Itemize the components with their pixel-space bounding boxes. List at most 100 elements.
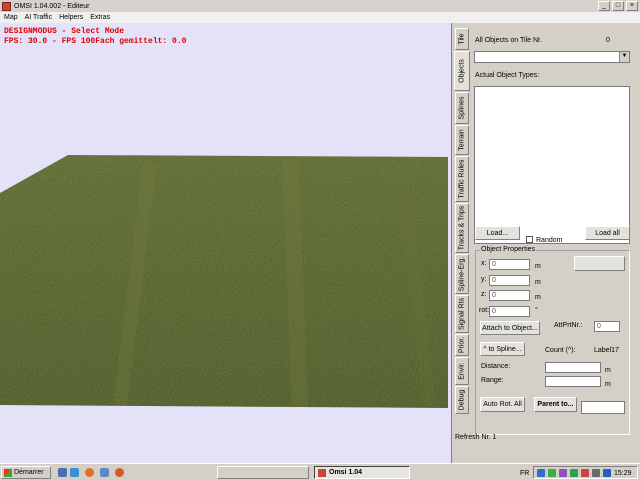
language-indicator[interactable]: FR [520,470,529,477]
object-types-list[interactable] [474,86,630,244]
tab-signal-rts-label: Signal Rts [458,298,466,330]
rot-unit: ° [535,307,538,314]
x-field[interactable]: 0 [489,259,530,270]
random-checkbox[interactable] [526,236,533,243]
terrain-grass-texture [0,155,448,408]
tab-splines[interactable]: Splines [455,92,469,124]
attach-to-object-button[interactable]: Attach to Object... [480,321,540,335]
network-icon[interactable] [537,469,545,477]
system-tray: FR 15:29 [520,466,638,479]
att-prt-field[interactable]: 0 [594,321,620,332]
3d-viewport[interactable]: DESIGNMODUS - Select Mode FPS: 30.0 - FP… [0,23,451,463]
load-all-button[interactable]: Load all [585,226,630,240]
maximize-button[interactable]: □ [612,1,624,11]
tab-tracks-trips[interactable]: Tracks & Trips [455,203,469,253]
actual-types-label: Actual Object Types: [475,72,540,79]
parent-to-button[interactable]: Parent to... [534,397,577,412]
folder-icon[interactable] [100,468,109,477]
hud-fps-text: FPS: 30.0 - FPS 100Fach gemittelt: 0.0 [4,37,187,46]
menu-bar: Map AI Traffic Helpers Extras [0,12,640,23]
y-label: y: [481,276,487,283]
label17: Label17 [594,347,619,354]
tab-objects-label: Objects [458,59,466,83]
alert-icon[interactable] [581,469,589,477]
menu-map[interactable]: Map [1,14,21,21]
tab-spline-erg[interactable]: Spline-Erg. [455,254,469,294]
menu-extras[interactable]: Extras [87,14,113,21]
all-objects-label: All Objects on Tile Nr. [475,37,542,44]
omsi-task-icon [318,468,326,477]
terrain-render [0,155,448,408]
start-button[interactable]: Démarrer [1,466,51,479]
tab-prior[interactable]: Prior. [455,334,469,356]
tab-debug[interactable]: Debug [455,386,469,414]
tab-tracks-trips-label: Tracks & Trips [458,205,466,251]
security-icon[interactable] [548,469,556,477]
range-label: Range: [481,377,504,384]
tab-signal-rts[interactable]: Signal Rts [455,295,469,333]
z-label: z: [481,291,487,298]
taskbar-button-omsi[interactable]: Omsi 1.04 [314,466,410,479]
firefox-icon[interactable] [85,468,94,477]
tab-spline-erg-label: Spline-Erg. [458,256,466,292]
tab-tile[interactable]: Tile [455,28,469,50]
app-icon [2,1,11,11]
tab-traffic-rules[interactable]: Traffic Rules [455,156,469,202]
distance-label: Distance: [481,363,511,370]
all-objects-dropdown[interactable]: ▼ [474,51,630,63]
browser-icon[interactable] [70,468,79,477]
y-field[interactable]: 0 [489,275,530,286]
bluetooth-icon[interactable] [603,469,611,477]
y-unit: m [535,279,541,286]
menu-helpers[interactable]: Helpers [56,14,86,21]
volume-icon[interactable] [592,469,600,477]
tab-envir[interactable]: Envir. [455,357,469,385]
taskbar: Démarrer Omsi 1.04 FR 15:29 [0,463,640,480]
hud-mode-text: DESIGNMODUS - Select Mode [4,27,125,36]
window-title: OMSI 1.04.002 - Editeur [14,2,90,10]
rot-field[interactable]: 0 [489,306,530,317]
count-label: Count (^): [545,347,576,354]
vertical-tab-strip: Tile Objects Splines Terrain Traffic Rul… [454,28,470,433]
tray-app-icon[interactable] [559,469,567,477]
title-bar: OMSI 1.04.002 - Editeur _ □ × [0,0,640,12]
z-field[interactable]: 0 [489,290,530,301]
all-objects-count: 0 [606,37,610,44]
auto-rot-all-button[interactable]: Auto Rot. All [480,397,525,412]
rot-label: rot: [479,307,490,314]
show-desktop-icon[interactable] [58,468,67,477]
start-label: Démarrer [14,469,44,476]
window-controls: _ □ × [598,1,638,11]
tab-envir-label: Envir. [458,362,466,380]
tab-objects[interactable]: Objects [454,51,470,91]
tab-splines-label: Splines [458,96,466,120]
close-button[interactable]: × [626,1,638,11]
to-spline-button[interactable]: ^ to Spline... [480,342,525,356]
refresh-label: Refresh Nr. 1 [455,434,497,441]
parent-field[interactable] [581,401,625,414]
firefox-alt-icon[interactable] [115,468,124,477]
clock: 15:29 [614,470,632,477]
taskbar-button-blank[interactable] [217,466,309,479]
menu-ai-traffic[interactable]: AI Traffic [22,14,56,21]
x-label: x: [481,260,487,267]
range-unit: m [605,381,611,388]
update-icon[interactable] [570,469,578,477]
taskbar-omsi-label: Omsi 1.04 [329,469,363,476]
distance-unit: m [605,367,611,374]
tab-traffic-rules-label: Traffic Rules [458,159,466,199]
x-unit: m [535,263,541,270]
tab-terrain-label: Terrain [458,129,466,151]
tab-terrain[interactable]: Terrain [455,125,469,155]
range-field[interactable] [545,376,601,387]
tab-prior-label: Prior. [458,336,466,354]
minimize-button[interactable]: _ [598,1,610,11]
att-prt-label: AttPrtNr.: [554,322,583,329]
tab-tile-label: Tile [458,33,466,45]
distance-field[interactable] [545,362,601,373]
load-button[interactable]: Load... [475,226,520,240]
windows-logo-icon [4,468,12,477]
editor-side-panel: Tile Objects Splines Terrain Traffic Rul… [451,23,640,463]
chevron-down-icon[interactable]: ▼ [619,52,629,62]
blank-button[interactable] [574,256,625,271]
